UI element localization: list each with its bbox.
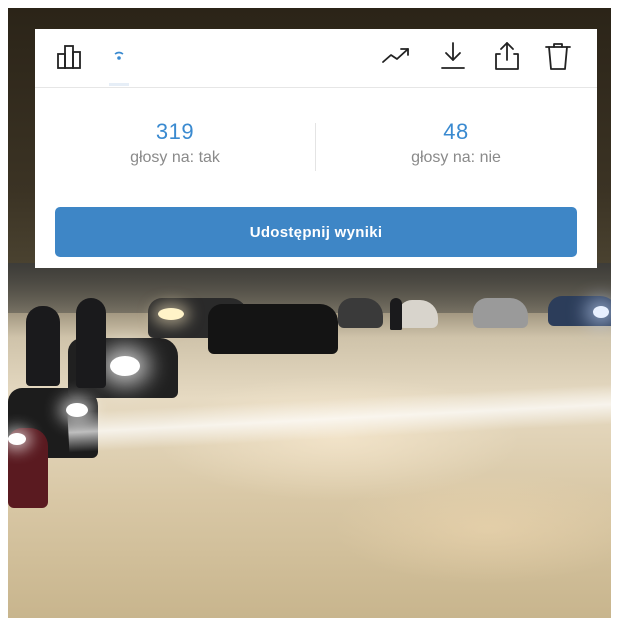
photo-headlight bbox=[8, 433, 26, 445]
photo-car bbox=[338, 298, 383, 328]
photo-car bbox=[473, 298, 528, 328]
photo-headlight bbox=[593, 306, 609, 318]
broadcast-icon[interactable] bbox=[102, 39, 136, 73]
photo-car bbox=[398, 300, 438, 328]
active-tab-indicator bbox=[109, 83, 129, 86]
yes-votes-label: głosy na: tak bbox=[130, 149, 220, 166]
yes-votes-count: 319 bbox=[155, 119, 195, 144]
no-votes-label: głosy na: nie bbox=[411, 149, 501, 166]
photo-car bbox=[208, 304, 338, 354]
trending-icon[interactable] bbox=[379, 39, 413, 73]
yes-votes-stat: 319 głosy na: tak bbox=[45, 119, 305, 167]
poll-results-card: 319 głosy na: tak 48 głosy na: nie Udost… bbox=[35, 29, 597, 268]
bar-chart-icon[interactable] bbox=[53, 39, 87, 73]
toolbar-divider bbox=[35, 87, 597, 88]
photo-headlight bbox=[110, 356, 140, 376]
toolbar bbox=[35, 29, 597, 87]
photo-headlight bbox=[158, 308, 184, 320]
no-votes-count: 48 bbox=[443, 119, 469, 144]
no-votes-stat: 48 głosy na: nie bbox=[326, 119, 586, 167]
trash-icon[interactable] bbox=[541, 39, 575, 73]
photo-person bbox=[390, 298, 402, 330]
photo-person bbox=[76, 298, 106, 388]
photo-person bbox=[26, 306, 60, 386]
share-icon[interactable] bbox=[490, 39, 524, 73]
share-results-button[interactable]: Udostępnij wyniki bbox=[55, 207, 577, 257]
download-icon[interactable] bbox=[436, 39, 470, 73]
stats-divider bbox=[315, 123, 316, 171]
